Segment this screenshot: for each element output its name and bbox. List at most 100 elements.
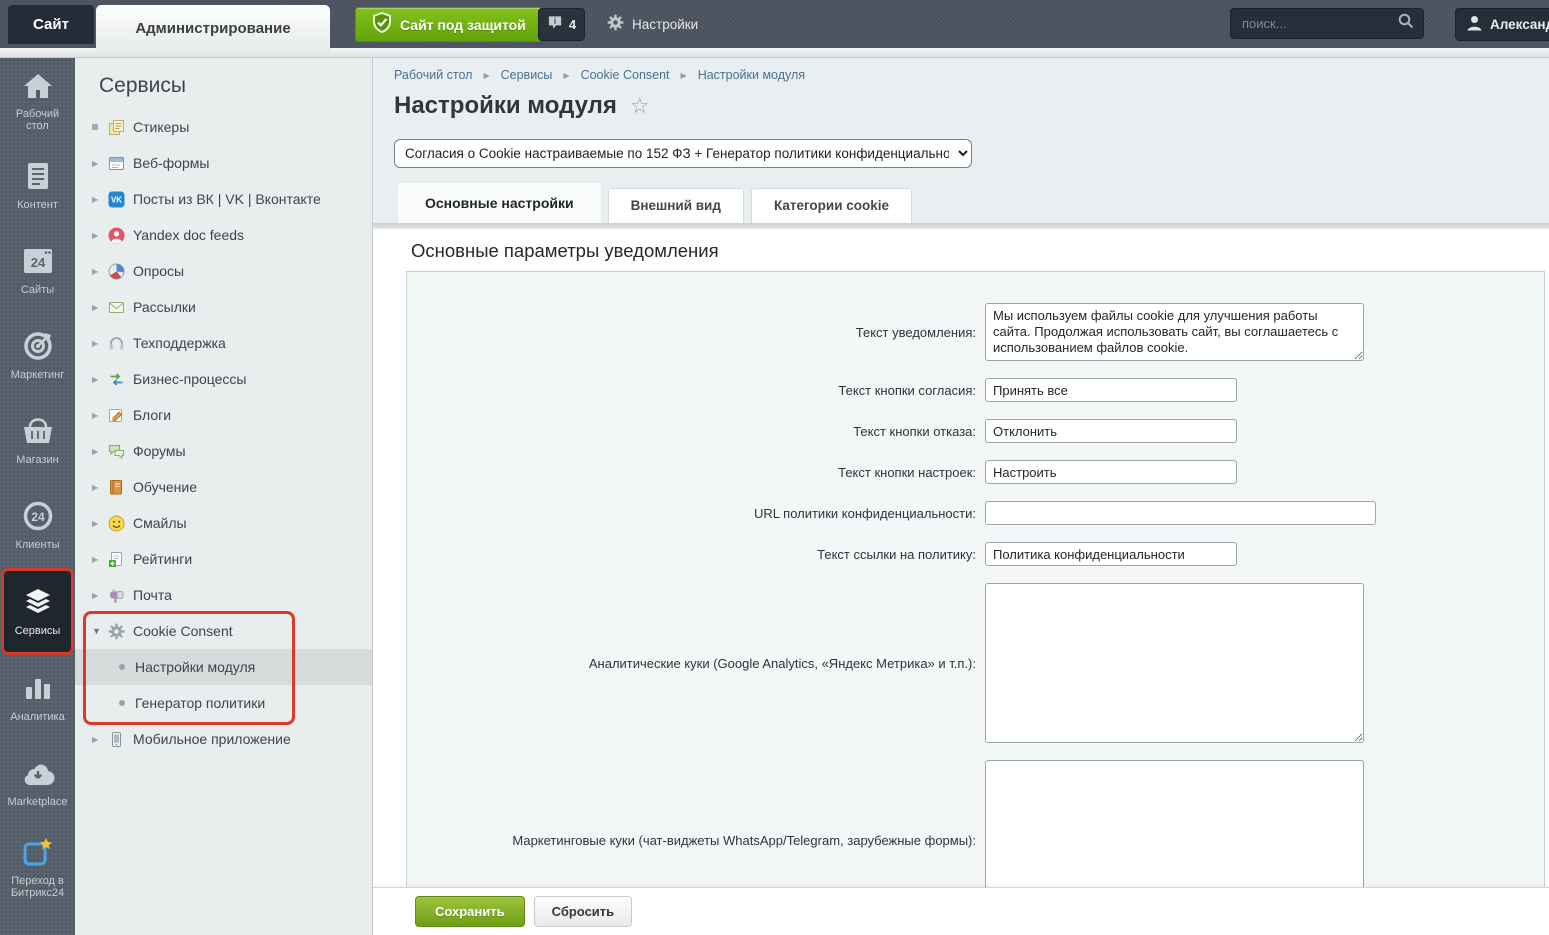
breadcrumb: Рабочий стол▶Сервисы▶Cookie Consent▶Наст…: [394, 68, 805, 82]
site-protected-button[interactable]: Сайт под защитой: [355, 7, 543, 42]
content-body: Основные параметры уведомления Текст уве…: [373, 229, 1549, 935]
settings-button-text-field[interactable]: [985, 460, 1237, 484]
breadcrumb-link[interactable]: Настройки модуля: [698, 68, 805, 82]
sidebar-item-forums[interactable]: ▶Форумы: [75, 433, 372, 469]
sidebar-heading: Сервисы: [99, 74, 372, 98]
field-label: Текст уведомления:: [407, 325, 985, 340]
sidebar-item-smiles[interactable]: ▶Смайлы: [75, 505, 372, 541]
user-icon: [1467, 15, 1482, 34]
breadcrumb-separator-icon: ▶: [563, 71, 569, 80]
sidebar-item-label: Почта: [133, 587, 172, 603]
sidebar-item-web-forms[interactable]: ▶Веб-формы: [75, 145, 372, 181]
gear-icon: [108, 623, 125, 640]
breadcrumb-link[interactable]: Рабочий стол: [394, 68, 472, 82]
accept-button-text-field[interactable]: [985, 378, 1237, 402]
tab-bar: Основные настройкиВнешний видКатегории c…: [398, 183, 1549, 223]
form-row-decline-button-text: Текст кнопки отказа:: [407, 419, 1544, 443]
decline-button-text-field[interactable]: [985, 419, 1237, 443]
save-button[interactable]: Сохранить: [415, 896, 525, 927]
analytics-cookies-field[interactable]: [985, 583, 1364, 743]
bullet-icon: [92, 124, 108, 130]
sidebar-item-yandex-doc-feeds[interactable]: ▶Yandex doc feeds: [75, 217, 372, 253]
search-icon[interactable]: [1398, 13, 1414, 34]
page-title-text: Настройки модуля: [394, 92, 617, 120]
form-row-notification-text: Текст уведомления:: [407, 303, 1544, 361]
sidebar-item-vk-posts[interactable]: ▶VKПосты из ВК | VK | Вконтакте: [75, 181, 372, 217]
form-row-settings-button-text: Текст кнопки настроек:: [407, 460, 1544, 484]
rail-item-label: Аналитика: [5, 711, 71, 723]
search-input[interactable]: [1240, 15, 1398, 32]
sidebar-item-support[interactable]: ▶Техподдержка: [75, 325, 372, 361]
user-name: Александр: [1490, 17, 1549, 32]
sidebar-item-business-processes[interactable]: ▶ Бизнес-процессы: [75, 361, 372, 397]
rail-item-content[interactable]: Контент: [0, 143, 75, 228]
tab-cookie-categories[interactable]: Категории cookie: [751, 188, 912, 223]
rail-item-clients[interactable]: 24Клиенты: [0, 483, 75, 568]
sidebar-item-stickers[interactable]: Стикеры: [75, 109, 372, 145]
tab-appearance[interactable]: Внешний вид: [608, 188, 744, 223]
sidebar-item-label: Бизнес-процессы: [133, 371, 246, 387]
top-bar: Сайт Администрирование Сайт под защитой …: [0, 0, 1549, 58]
layers-icon: [22, 586, 54, 618]
admin-page: Сайт Администрирование Сайт под защитой …: [0, 0, 1549, 935]
user-menu-button[interactable]: Александр: [1455, 8, 1549, 41]
field-label: Текст кнопки настроек:: [407, 465, 985, 480]
reset-button[interactable]: Сбросить: [534, 896, 633, 927]
rail-item-label: Контент: [5, 199, 71, 211]
rail-item-label: Рабочий стол: [5, 108, 71, 132]
chevron-right-icon: ▶: [92, 375, 108, 384]
rail-item-analytics[interactable]: Аналитика: [0, 655, 75, 740]
sidebar-item-policy-generator[interactable]: Генератор политики: [75, 685, 372, 721]
site-protected-label: Сайт под защитой: [400, 17, 526, 33]
field-label: Текст ссылки на политику:: [407, 547, 985, 562]
sidebar-item-learning[interactable]: ▶Обучение: [75, 469, 372, 505]
chevron-right-icon: ▶: [92, 195, 108, 204]
rail-item-label: Маркетинг: [5, 369, 71, 381]
breadcrumb-link[interactable]: Cookie Consent: [581, 68, 670, 82]
rail-item-sites[interactable]: 24Сайты: [0, 228, 75, 313]
sidebar-item-newsletters[interactable]: ▶Рассылки: [75, 289, 372, 325]
sidebar-item-module-settings[interactable]: Настройки модуля: [75, 649, 372, 685]
preset-select[interactable]: Согласия о Cookie настраиваемые по 152 Ф…: [394, 139, 972, 168]
rail-item-label: Сайты: [5, 284, 71, 296]
sidebar-item-label: Мобильное приложение: [133, 731, 291, 747]
sidebar-item-polls[interactable]: ▶Опросы: [75, 253, 372, 289]
sidebar-item-mobile-app[interactable]: ▶Мобильное приложение: [75, 721, 372, 757]
rail-item-shop[interactable]: Магазин: [0, 398, 75, 483]
rail-item-label: Сервисы: [5, 625, 71, 637]
rail-item-bitrix24[interactable]: Переход в Битрикс24: [0, 825, 75, 910]
sidebar-item-cookie-consent[interactable]: ▼Cookie Consent: [75, 613, 372, 649]
policy-link-text-field[interactable]: [985, 542, 1237, 566]
settings-menu-button[interactable]: Настройки: [607, 14, 698, 34]
sidebar-item-label: Смайлы: [133, 515, 187, 531]
rail-item-desktop[interactable]: Рабочий стол: [0, 58, 75, 143]
favorite-star-icon[interactable]: ☆: [630, 93, 650, 119]
rail-item-marketplace[interactable]: Marketplace: [0, 740, 75, 825]
site-tab[interactable]: Сайт: [8, 5, 94, 44]
rail-item-label: Переход в Битрикс24: [5, 875, 71, 899]
tab-main-settings[interactable]: Основные настройки: [398, 183, 601, 223]
svg-text:24: 24: [31, 510, 45, 524]
form-row-policy-url: URL политики конфиденциальности:: [407, 501, 1544, 525]
sidebar-item-mail[interactable]: ▶Почта: [75, 577, 372, 613]
notifications-badge[interactable]: i 4: [538, 8, 585, 41]
sidebar-item-ratings[interactable]: ▶Рейтинги: [75, 541, 372, 577]
smile-icon: [108, 515, 125, 532]
chevron-right-icon: ▶: [92, 447, 108, 456]
breadcrumb-link[interactable]: Сервисы: [501, 68, 553, 82]
marketing-cookies-field[interactable]: [985, 760, 1364, 888]
sidebar-item-blogs[interactable]: ▶Блоги: [75, 397, 372, 433]
process-icon: [108, 371, 125, 388]
sidebar-item-label: Веб-формы: [133, 155, 209, 171]
stickers-icon: [108, 119, 125, 136]
administration-tab[interactable]: Администрирование: [96, 5, 330, 52]
chevron-right-icon: ▶: [92, 555, 108, 564]
rail-item-marketing[interactable]: Маркетинг: [0, 313, 75, 398]
notification-text-field[interactable]: [985, 303, 1364, 361]
policy-url-field[interactable]: [985, 501, 1376, 525]
rail-item-services[interactable]: Сервисы: [1, 568, 74, 655]
notifications-count: 4: [569, 17, 576, 32]
chevron-right-icon: ▶: [92, 231, 108, 240]
form-row-analytics-cookies: Аналитические куки (Google Analytics, «Я…: [407, 583, 1544, 743]
avatar-icon: [108, 227, 125, 244]
